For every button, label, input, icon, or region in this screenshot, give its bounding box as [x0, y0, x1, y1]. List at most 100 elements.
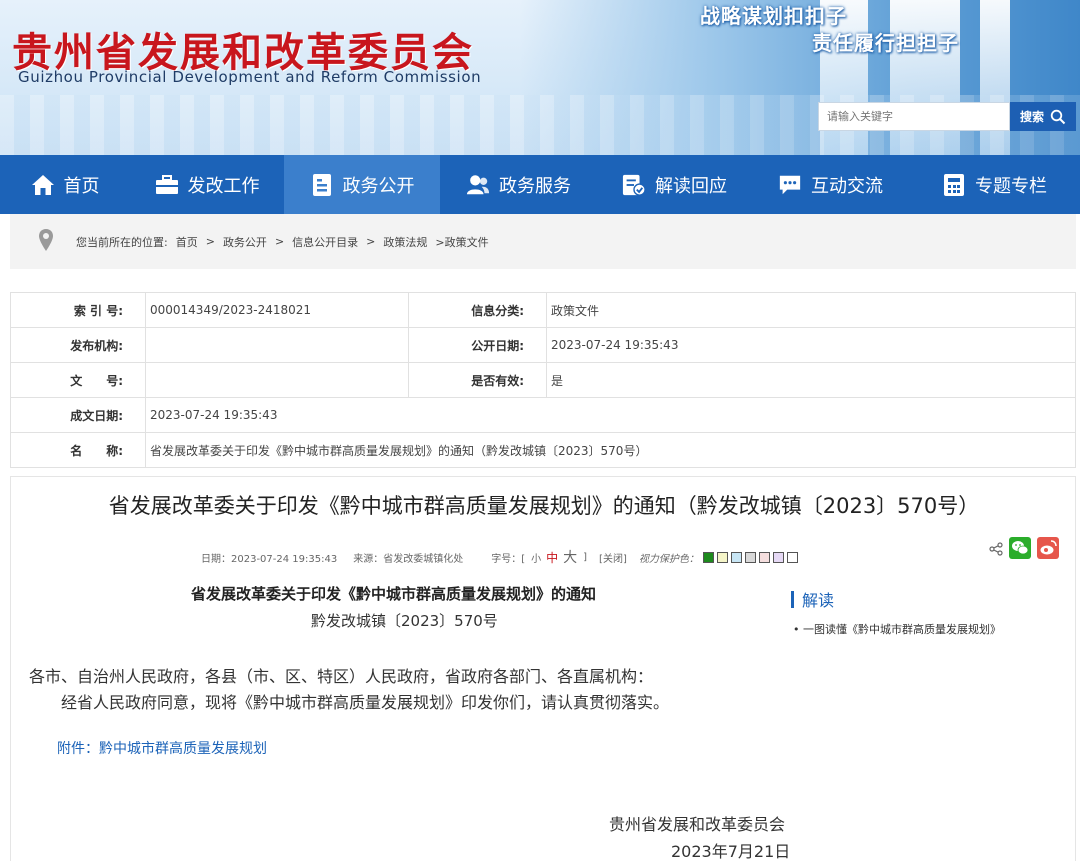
- search-input[interactable]: [818, 102, 1010, 131]
- share-icon[interactable]: [989, 541, 1003, 560]
- nav-item-work[interactable]: 发改工作: [130, 155, 284, 214]
- document-number: 黔发改城镇〔2023〕570号: [311, 612, 498, 630]
- search-box: 搜索: [818, 102, 1076, 131]
- info-label: 是否有效:: [408, 362, 547, 398]
- breadcrumb-link[interactable]: 政策法规: [383, 234, 427, 250]
- font-size-bracket: ]: [583, 551, 588, 563]
- nav-item-interpret[interactable]: 解读回应: [597, 155, 752, 214]
- color-swatch[interactable]: [702, 551, 714, 563]
- nav-item-special[interactable]: 专题专栏: [909, 155, 1080, 214]
- search-button-label: 搜索: [1019, 110, 1044, 124]
- main-nav: 首页 发改工作 政务公开 政务服务 解读回应 互动交流 专题专栏: [0, 155, 1080, 214]
- info-value: 省发展改革委关于印发《黔中城市群高质量发展规划》的通知（黔发改城镇〔2023〕5…: [145, 432, 1076, 468]
- table-row: 文 号: 是否有效: 是: [10, 362, 1076, 398]
- header-banner: 贵州省发展和改革委员会 Guizhou Provincial Developme…: [0, 0, 1080, 155]
- weibo-icon[interactable]: [1037, 537, 1059, 563]
- article-meta: 日期：2023-07-24 19:35:43 来源：省发改委城镇化处 字号：[ …: [201, 547, 798, 567]
- color-swatch[interactable]: [786, 551, 798, 563]
- eye-protect-label: 视力保护色：: [638, 553, 699, 565]
- site-subtitle: Guizhou Provincial Development and Refor…: [18, 68, 482, 86]
- nav-item-label: 解读回应: [655, 175, 727, 197]
- breadcrumb: 您当前所在的位置: 首页 > 政务公开 > 信息公开目录 > 政策法规 >政策文…: [10, 214, 1076, 269]
- color-swatch[interactable]: [772, 551, 784, 563]
- info-label: 索 引 号:: [10, 292, 146, 328]
- interpretation-link-label: 一图读懂《黔中城市群高质量发展规划》: [803, 623, 1001, 636]
- nav-item-label: 政务服务: [499, 175, 571, 197]
- table-row: 发布机构: 公开日期: 2023-07-24 19:35:43: [10, 327, 1076, 363]
- breadcrumb-prefix: 您当前所在的位置:: [76, 235, 168, 249]
- nav-item-services[interactable]: 政务服务: [440, 155, 597, 214]
- nav-item-public[interactable]: 政务公开: [284, 155, 440, 214]
- font-medium-button[interactable]: 中: [546, 549, 558, 566]
- info-label: 信息分类:: [408, 292, 547, 328]
- nav-item-interact[interactable]: 互动交流: [752, 155, 909, 214]
- nav-item-label: 政务公开: [342, 175, 415, 197]
- table-row: 成文日期: 2023-07-24 19:35:43: [10, 397, 1076, 433]
- nav-item-label: 互动交流: [811, 175, 883, 197]
- font-small-button[interactable]: 小: [531, 550, 541, 565]
- font-size-label: 字号：[: [491, 553, 526, 565]
- breadcrumb-link[interactable]: 首页: [176, 234, 198, 250]
- info-value: 2023-07-24 19:35:43: [546, 327, 1076, 363]
- breadcrumb-link[interactable]: >政策文件: [435, 234, 488, 250]
- document-info-table: 索 引 号: 000014349/2023-2418021 信息分类: 政策文件…: [10, 292, 1076, 468]
- meta-source: 来源：省发改委城镇化处: [353, 553, 464, 565]
- breadcrumb-separator: >: [205, 235, 215, 248]
- wechat-icon[interactable]: [1009, 537, 1031, 563]
- nav-item-home[interactable]: 首页: [0, 155, 130, 214]
- home-icon: [31, 173, 55, 197]
- search-icon: [1050, 109, 1066, 124]
- info-label: 发布机构:: [10, 327, 146, 363]
- breadcrumb-separator: >: [366, 235, 376, 248]
- users-icon: [466, 173, 490, 197]
- body-salutation: 各市、自治州人民政府，各县（市、区、特区）人民政府，省政府各部门、各直属机构：: [29, 667, 654, 686]
- signature-date: 2023年7月21日: [671, 842, 791, 861]
- attachment-link[interactable]: 附件：黔中城市群高质量发展规划: [57, 738, 267, 758]
- info-label: 名 称:: [10, 432, 146, 468]
- form-check-icon: [622, 173, 646, 197]
- share-bar: [989, 537, 1059, 563]
- info-label: 公开日期:: [408, 327, 547, 363]
- meta-date: 日期：2023-07-24 19:35:43: [201, 553, 338, 565]
- info-value: [145, 327, 409, 363]
- eye-protect-swatches: [702, 551, 798, 563]
- briefcase-icon: [155, 173, 179, 197]
- location-pin-icon: [38, 228, 54, 255]
- color-swatch[interactable]: [730, 551, 742, 563]
- table-row: 名 称: 省发展改革委关于印发《黔中城市群高质量发展规划》的通知（黔发改城镇〔2…: [10, 432, 1076, 468]
- article-panel: 省发展改革委关于印发《黔中城市群高质量发展规划》的通知（黔发改城镇〔2023〕5…: [10, 476, 1076, 861]
- body-paragraph: 经省人民政府同意，现将《黔中城市群高质量发展规划》印发你们，请认真贯彻落实。: [61, 693, 670, 712]
- interpretation-title: 解读: [802, 591, 835, 610]
- info-label: 成文日期:: [10, 397, 146, 433]
- slogan-line-2: 责任履行担担子: [812, 31, 959, 55]
- signature-org: 贵州省发展和改革委员会: [609, 815, 786, 834]
- nav-item-label: 首页: [63, 175, 100, 197]
- info-value: 是: [546, 362, 1076, 398]
- chat-icon: [778, 173, 802, 197]
- bullet-icon: •: [793, 623, 803, 636]
- document-heading: 省发展改革委关于印发《黔中城市群高质量发展规划》的通知: [191, 585, 597, 603]
- font-large-button[interactable]: 大: [563, 547, 577, 567]
- breadcrumb-link[interactable]: 信息公开目录: [292, 234, 358, 250]
- color-swatch[interactable]: [744, 551, 756, 563]
- color-swatch[interactable]: [758, 551, 770, 563]
- nav-item-label: 专题专栏: [975, 175, 1047, 197]
- nav-item-label: 发改工作: [187, 175, 260, 197]
- table-row: 索 引 号: 000014349/2023-2418021 信息分类: 政策文件: [10, 292, 1076, 328]
- info-value: 000014349/2023-2418021: [145, 292, 409, 328]
- info-value: 2023-07-24 19:35:43: [145, 397, 1076, 433]
- heading-accent-bar: [791, 590, 794, 608]
- breadcrumb-link[interactable]: 政务公开: [223, 234, 267, 250]
- close-page-button[interactable]: [关闭]: [599, 550, 627, 565]
- interpretation-link[interactable]: • 一图读懂《黔中城市群高质量发展规划》: [793, 621, 1001, 637]
- info-value: 政策文件: [546, 292, 1076, 328]
- document-icon: [310, 173, 334, 197]
- info-value: [145, 362, 409, 398]
- info-label: 文 号:: [10, 362, 146, 398]
- slogan-line-1: 战略谋划扣扣子: [700, 4, 847, 28]
- color-swatch[interactable]: [716, 551, 728, 563]
- interpretation-heading: 解读: [791, 587, 834, 611]
- search-button[interactable]: 搜索: [1010, 102, 1076, 131]
- article-title: 省发展改革委关于印发《黔中城市群高质量发展规划》的通知（黔发改城镇〔2023〕5…: [108, 494, 980, 518]
- calculator-icon: [942, 173, 966, 197]
